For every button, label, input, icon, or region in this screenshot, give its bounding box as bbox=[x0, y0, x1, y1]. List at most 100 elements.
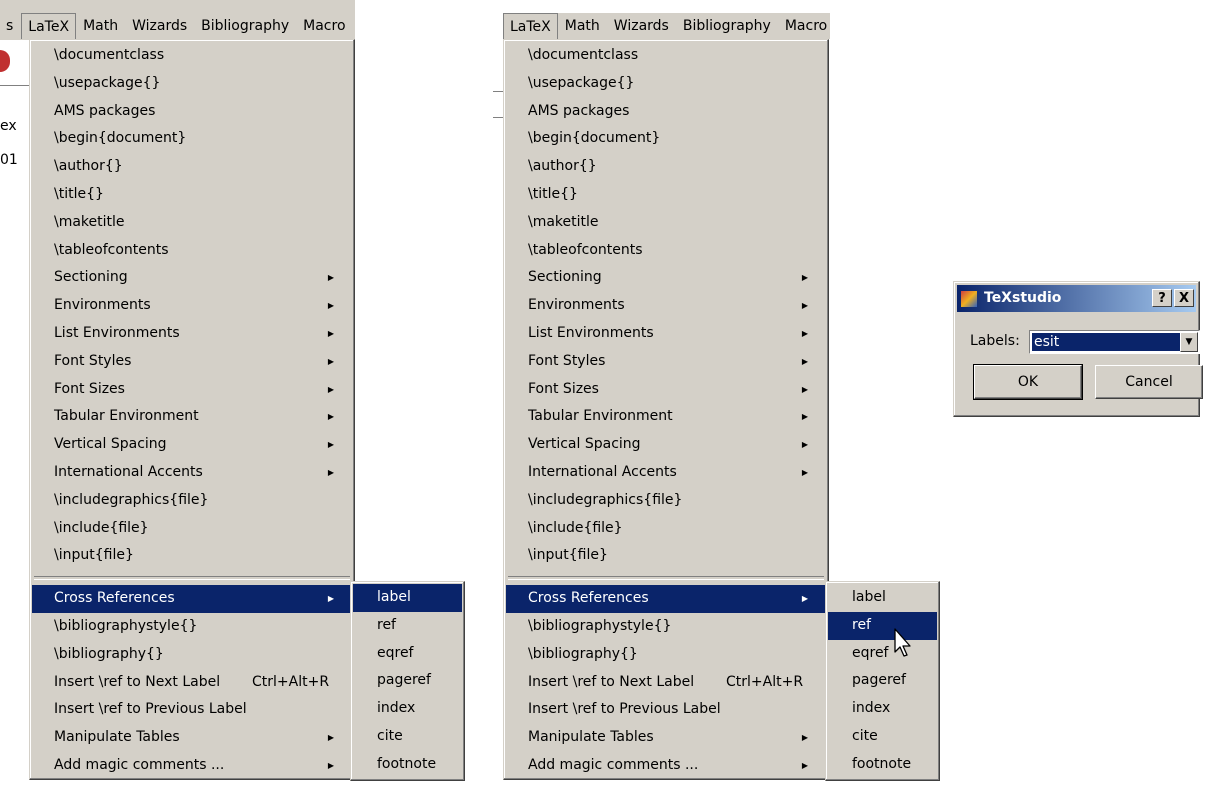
submenu-item-eqref[interactable]: eqref bbox=[353, 640, 462, 668]
menu-item-includegraphics-file[interactable]: \includegraphics{file} bbox=[32, 487, 352, 515]
menu-item-vertical-spacing[interactable]: Vertical Spacing ▶ bbox=[32, 431, 352, 459]
menu-item-insert-ref-to-next-label[interactable]: Insert \ref to Next Label Ctrl+Alt+R bbox=[506, 669, 826, 697]
menu-item-input-file[interactable]: \input{file} bbox=[32, 542, 352, 570]
menu-item-label: Insert \ref to Next Label bbox=[54, 673, 221, 690]
menubar-item-math[interactable]: Math bbox=[76, 13, 125, 39]
menu-item-label: \input{file} bbox=[54, 547, 134, 564]
menu-item-add-magic-comments[interactable]: Add magic comments ... ▶ bbox=[506, 752, 826, 780]
menu-item-list-environments[interactable]: List Environments ▶ bbox=[506, 320, 826, 348]
submenu-item-label[interactable]: label bbox=[828, 584, 937, 612]
menu-item-vertical-spacing[interactable]: Vertical Spacing ▶ bbox=[506, 431, 826, 459]
menu-item-include-file[interactable]: \include{file} bbox=[32, 515, 352, 543]
submenu-item-ref[interactable]: ref bbox=[828, 611, 937, 640]
menu-item-tableofcontents[interactable]: \tableofcontents bbox=[32, 237, 352, 265]
menubar-item-wizards[interactable]: Wizards bbox=[607, 13, 676, 39]
menu-item-include-file[interactable]: \include{file} bbox=[506, 515, 826, 543]
menu-item-title[interactable]: \title{} bbox=[506, 181, 826, 209]
menu-separator bbox=[508, 576, 824, 581]
menu-item-bibliography[interactable]: \bibliography{} bbox=[32, 641, 352, 669]
menubar-item-bibliography[interactable]: Bibliography bbox=[676, 13, 778, 39]
cancel-button[interactable]: Cancel bbox=[1095, 365, 1203, 399]
submenu-item-footnote[interactable]: footnote bbox=[353, 751, 462, 779]
menu-item-tabular-environment[interactable]: Tabular Environment ▶ bbox=[506, 403, 826, 431]
menu-item-tableofcontents[interactable]: \tableofcontents bbox=[506, 237, 826, 265]
menu-item-bibliographystyle[interactable]: \bibliographystyle{} bbox=[506, 613, 826, 641]
menu-item-shortcut: Ctrl+Alt+R bbox=[252, 673, 330, 690]
help-button[interactable]: ? bbox=[1152, 289, 1172, 307]
menu-item-author[interactable]: \author{} bbox=[32, 153, 352, 181]
menu-item-insert-ref-to-next-label[interactable]: Insert \ref to Next Label Ctrl+Alt+R bbox=[32, 669, 352, 697]
app-icon-fragment bbox=[0, 50, 10, 72]
menu-item-ams-packages[interactable]: AMS packages bbox=[506, 98, 826, 126]
submenu-item-cite[interactable]: cite bbox=[353, 723, 462, 751]
menu-item-manipulate-tables[interactable]: Manipulate Tables ▶ bbox=[506, 724, 826, 752]
menu-item-label: \bibliographystyle{} bbox=[528, 617, 672, 634]
menu-item-tabular-environment[interactable]: Tabular Environment ▶ bbox=[32, 403, 352, 431]
menu-item-list-environments[interactable]: List Environments ▶ bbox=[32, 320, 352, 348]
menu-item-documentclass[interactable]: \documentclass bbox=[506, 42, 826, 70]
menu-item-manipulate-tables[interactable]: Manipulate Tables ▶ bbox=[32, 724, 352, 752]
menu-item-label: \documentclass bbox=[54, 47, 165, 63]
menu-item-includegraphics-file[interactable]: \includegraphics{file} bbox=[506, 487, 826, 515]
submenu-item-pageref[interactable]: pageref bbox=[353, 667, 462, 695]
submenu-item-pageref[interactable]: pageref bbox=[828, 667, 937, 695]
menubar-item-bibliography[interactable]: Bibliography bbox=[194, 13, 296, 39]
submenu-item-index[interactable]: index bbox=[353, 695, 462, 723]
menu-item-ams-packages[interactable]: AMS packages bbox=[32, 98, 352, 126]
submenu-arrow-icon: ▶ bbox=[801, 328, 808, 338]
menu-item-bibliographystyle[interactable]: \bibliographystyle{} bbox=[32, 613, 352, 641]
menu-item-sectioning[interactable]: Sectioning ▶ bbox=[506, 264, 826, 292]
submenu-item-index[interactable]: index bbox=[828, 695, 937, 723]
menu-item-insert-ref-to-previous-label[interactable]: Insert \ref to Previous Label bbox=[32, 696, 352, 724]
menu-item-environments[interactable]: Environments ▶ bbox=[506, 292, 826, 320]
submenu-item-footnote[interactable]: footnote bbox=[828, 751, 937, 779]
menubar-item-partial[interactable]: s bbox=[0, 13, 21, 39]
menu-item-input-file[interactable]: \input{file} bbox=[506, 542, 826, 570]
menu-item-font-styles[interactable]: Font Styles ▶ bbox=[506, 348, 826, 376]
menu-item-maketitle[interactable]: \maketitle bbox=[506, 209, 826, 237]
menubar-item-macros[interactable]: Macro bbox=[296, 13, 352, 39]
menu-item-maketitle[interactable]: \maketitle bbox=[32, 209, 352, 237]
menu-item-sectioning[interactable]: Sectioning ▶ bbox=[32, 264, 352, 292]
submenu-item-label[interactable]: label bbox=[353, 584, 462, 612]
latex-menu: \documentclass \usepackage{} AMS packages \… bbox=[29, 39, 355, 780]
submenu-item-eqref[interactable]: eqref bbox=[828, 640, 937, 668]
menu-item-international-accents[interactable]: International Accents ▶ bbox=[506, 459, 826, 487]
menubar-item-macros[interactable]: Macro bbox=[778, 13, 830, 39]
labels-combobox[interactable]: esit ▼ bbox=[1029, 330, 1200, 354]
menubar-item-latex[interactable]: LaTeX bbox=[503, 13, 558, 39]
menu-item-label: \bibliography{} bbox=[528, 645, 638, 662]
menubar-item-wizards[interactable]: Wizards bbox=[125, 13, 194, 39]
menu-item-international-accents[interactable]: International Accents ▶ bbox=[32, 459, 352, 487]
submenu-arrow-icon: ▶ bbox=[801, 412, 808, 422]
menu-item-begin-document[interactable]: \begin{document} bbox=[506, 125, 826, 153]
menu-item-label: \includegraphics{file} bbox=[528, 491, 683, 508]
menu-item-label: Insert \ref to Previous Label bbox=[54, 701, 247, 718]
menu-item-begin-document[interactable]: \begin{document} bbox=[32, 125, 352, 153]
menu-item-insert-ref-to-previous-label[interactable]: Insert \ref to Previous Label bbox=[506, 696, 826, 724]
menu-item-usepackage[interactable]: \usepackage{} bbox=[506, 70, 826, 98]
menu-item-add-magic-comments[interactable]: Add magic comments ... ▶ bbox=[32, 752, 352, 780]
menu-item-author[interactable]: \author{} bbox=[506, 153, 826, 181]
menubar-item-latex[interactable]: LaTeX bbox=[21, 13, 77, 39]
chevron-down-icon[interactable]: ▼ bbox=[1180, 332, 1198, 352]
menu-item-environments[interactable]: Environments ▶ bbox=[32, 292, 352, 320]
dialog-titlebar[interactable]: TeXstudio ? X bbox=[957, 285, 1196, 312]
menu-item-bibliography[interactable]: \bibliography{} bbox=[506, 641, 826, 669]
menu-item-font-sizes[interactable]: Font Sizes ▶ bbox=[506, 376, 826, 404]
latex-menu: \documentclass \usepackage{} AMS packages \… bbox=[503, 39, 829, 780]
menu-item-font-styles[interactable]: Font Styles ▶ bbox=[32, 348, 352, 376]
menubar-item-math[interactable]: Math bbox=[558, 13, 607, 39]
ok-button[interactable]: OK bbox=[973, 364, 1083, 400]
submenu-item-cite[interactable]: cite bbox=[828, 723, 937, 751]
menu-item-cross-references[interactable]: Cross References ▶ bbox=[32, 585, 352, 613]
submenu-item-ref[interactable]: ref bbox=[353, 612, 462, 640]
menu-item-usepackage[interactable]: \usepackage{} bbox=[32, 70, 352, 98]
menu-item-label: Sectioning bbox=[528, 269, 602, 286]
menu-item-documentclass[interactable]: \documentclass bbox=[32, 42, 352, 70]
menu-item-title[interactable]: \title{} bbox=[32, 181, 352, 209]
menu-item-label: \tableofcontents bbox=[528, 241, 643, 258]
menu-item-font-sizes[interactable]: Font Sizes ▶ bbox=[32, 376, 352, 404]
menu-item-cross-references[interactable]: Cross References ▶ bbox=[506, 585, 826, 613]
close-button[interactable]: X bbox=[1174, 289, 1194, 307]
